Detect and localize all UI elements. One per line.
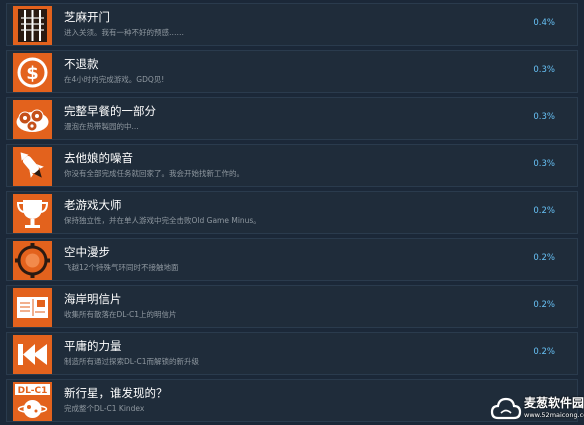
unlock-percentage: 0.2% <box>533 253 555 263</box>
achievement-title: 去他娘的噪音 <box>64 151 133 165</box>
achievement-description: 漫泡在热带製园的中... <box>64 122 139 131</box>
achievement-description: 制造所有通过探索DL-C1而解锁的新升级 <box>64 357 200 366</box>
unlock-percentage: 0.3% <box>533 159 555 169</box>
achievement-description: 保持独立性，并在单人游戏中完全击败Old Game Minus。 <box>64 216 261 225</box>
achievement-row[interactable]: 完整早餐的一部分 漫泡在热带製园的中... 0.3% <box>6 97 578 140</box>
achievement-description: 完成整个DL-C1 Kindex <box>64 404 145 413</box>
unlock-percentage: 0.2% <box>533 206 555 216</box>
achievement-row[interactable]: 去他娘的噪音 你没有全部完成任务就回家了。我会开始找新工作的。 0.3% <box>6 144 578 187</box>
achievement-description: 你没有全部完成任务就回家了。我会开始找新工作的。 <box>64 169 244 178</box>
unlock-percentage: 0.4% <box>533 18 555 28</box>
achievement-row[interactable]: $ 不退款 在4小时内完成游戏。GDQ见! 0.3% <box>6 50 578 93</box>
trophy-icon <box>13 194 52 233</box>
achievement-title: 不退款 <box>64 57 99 71</box>
achievement-description: 收集所有散落在DL-C1上的明信片 <box>64 310 177 319</box>
achievement-title: 完整早餐的一部分 <box>64 104 156 118</box>
watermark: 麦葱软件园 www.52maicong.com <box>490 392 584 424</box>
watermark-url: www.52maicong.com <box>524 411 584 419</box>
achievement-description: 飞越12个特殊气环同时不接触地面 <box>64 263 179 272</box>
achievement-title: 新行星，谁发现的？ <box>64 386 168 400</box>
postcard-icon <box>13 288 52 327</box>
achievement-row[interactable]: 空中漫步 飞越12个特殊气环同时不接触地面 0.2% <box>6 238 578 281</box>
dl-c1-planet-icon: DL-C1 <box>13 382 52 421</box>
achievement-title: 空中漫步 <box>64 245 110 259</box>
skeleton-cage-icon <box>13 6 52 45</box>
unlock-percentage: 0.2% <box>533 347 555 357</box>
svg-text:DL-C1: DL-C1 <box>18 386 48 396</box>
unlock-percentage: 0.2% <box>533 300 555 310</box>
donuts-plate-icon <box>13 100 52 139</box>
rewind-icon <box>13 335 52 374</box>
achievement-row[interactable]: 海岸明信片 收集所有散落在DL-C1上的明信片 0.2% <box>6 285 578 328</box>
achievement-description: 在4小时内完成游戏。GDQ见! <box>64 75 165 84</box>
achievement-row[interactable]: 老游戏大师 保持独立性，并在单人游戏中完全击败Old Game Minus。 0… <box>6 191 578 234</box>
cloud-logo-icon <box>490 397 522 420</box>
watermark-text: 麦葱软件园 <box>524 396 584 410</box>
achievement-title: 芝麻开门 <box>64 10 110 24</box>
unlock-percentage: 0.3% <box>533 65 555 75</box>
achievement-list: 芝麻开门 进入关须。我有一种不好的预感…… 0.4% $ 不退款 在4小时内完成… <box>0 0 584 425</box>
gear-ring-icon <box>13 241 52 280</box>
achievement-description: 进入关须。我有一种不好的预感…… <box>64 28 184 37</box>
achievement-title: 海岸明信片 <box>64 292 122 306</box>
achievement-row[interactable]: 芝麻开门 进入关须。我有一种不好的预感…… 0.4% <box>6 3 578 46</box>
svg-text:$: $ <box>26 63 39 84</box>
dollar-coin-icon: $ <box>13 53 52 92</box>
achievement-title: 老游戏大师 <box>64 198 122 212</box>
unlock-percentage: 0.3% <box>533 112 555 122</box>
achievement-title: 平庸的力量 <box>64 339 122 353</box>
rocket-icon <box>13 147 52 186</box>
achievement-row[interactable]: 平庸的力量 制造所有通过探索DL-C1而解锁的新升级 0.2% <box>6 332 578 375</box>
